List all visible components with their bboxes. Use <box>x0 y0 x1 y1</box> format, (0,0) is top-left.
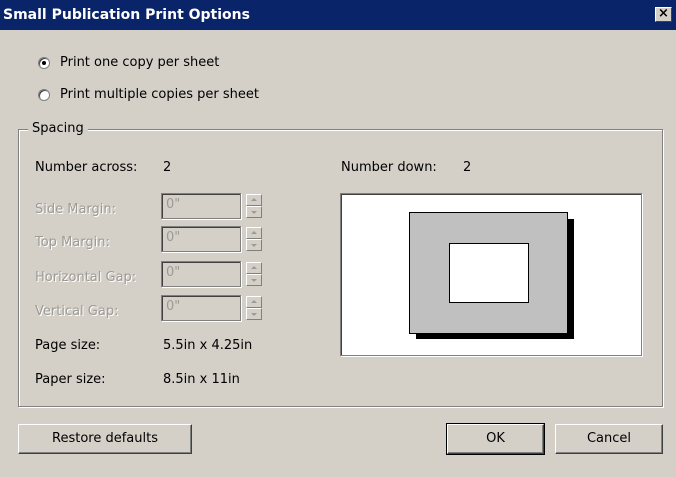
spacing-group-title: Spacing <box>28 121 88 136</box>
page-size-value: 5.5in x 4.25in <box>163 338 253 353</box>
spin-down-arrow-icon[interactable] <box>246 206 262 218</box>
number-down-value: 2 <box>463 160 472 175</box>
side-margin-spinner[interactable] <box>246 194 262 218</box>
side-margin-input[interactable]: 0" <box>161 193 241 219</box>
spin-up-arrow-icon[interactable] <box>246 227 262 239</box>
side-margin-label: Side Margin: <box>35 202 117 217</box>
spin-down-arrow-icon[interactable] <box>246 274 262 286</box>
vertical-gap-spinner[interactable] <box>246 296 262 320</box>
spin-up-arrow-icon[interactable] <box>246 194 262 206</box>
spin-down-arrow-icon[interactable] <box>246 308 262 320</box>
top-margin-spinner[interactable] <box>246 227 262 251</box>
top-margin-label: Top Margin: <box>35 235 110 250</box>
spin-down-arrow-icon[interactable] <box>246 239 262 251</box>
spin-up-arrow-icon[interactable] <box>246 296 262 308</box>
top-margin-input[interactable]: 0" <box>161 226 241 252</box>
number-across-label: Number across: <box>35 160 138 175</box>
radio-button-checked[interactable] <box>38 56 50 69</box>
radio-one-copy[interactable]: Print one copy per sheet <box>38 55 219 70</box>
page-size-label: Page size: <box>35 338 101 353</box>
cancel-button[interactable]: Cancel <box>555 424 663 454</box>
radio-button-unchecked[interactable] <box>38 88 50 101</box>
spin-up-arrow-icon[interactable] <box>246 262 262 274</box>
radio-one-copy-label: Print one copy per sheet <box>60 55 220 70</box>
paper-size-value: 8.5in x 11in <box>163 372 240 387</box>
dialog-title: Small Publication Print Options <box>3 7 250 23</box>
horizontal-gap-spinner[interactable] <box>246 262 262 286</box>
vertical-gap-label: Vertical Gap: <box>35 304 119 319</box>
number-across-value: 2 <box>163 160 172 175</box>
number-down-label: Number down: <box>341 160 437 175</box>
horizontal-gap-input[interactable]: 0" <box>161 261 241 287</box>
ok-button[interactable]: OK <box>446 423 545 455</box>
preview-page <box>449 243 529 303</box>
title-bar: Small Publication Print Options × <box>0 0 676 30</box>
close-icon: × <box>658 6 669 21</box>
restore-defaults-button[interactable]: Restore defaults <box>18 424 192 454</box>
horizontal-gap-label: Horizontal Gap: <box>35 270 137 285</box>
paper-size-label: Paper size: <box>35 372 106 387</box>
radio-multiple-copies-label: Print multiple copies per sheet <box>60 87 259 102</box>
radio-multiple-copies[interactable]: Print multiple copies per sheet <box>38 87 259 102</box>
close-button[interactable]: × <box>655 7 672 22</box>
vertical-gap-input[interactable]: 0" <box>161 295 241 321</box>
